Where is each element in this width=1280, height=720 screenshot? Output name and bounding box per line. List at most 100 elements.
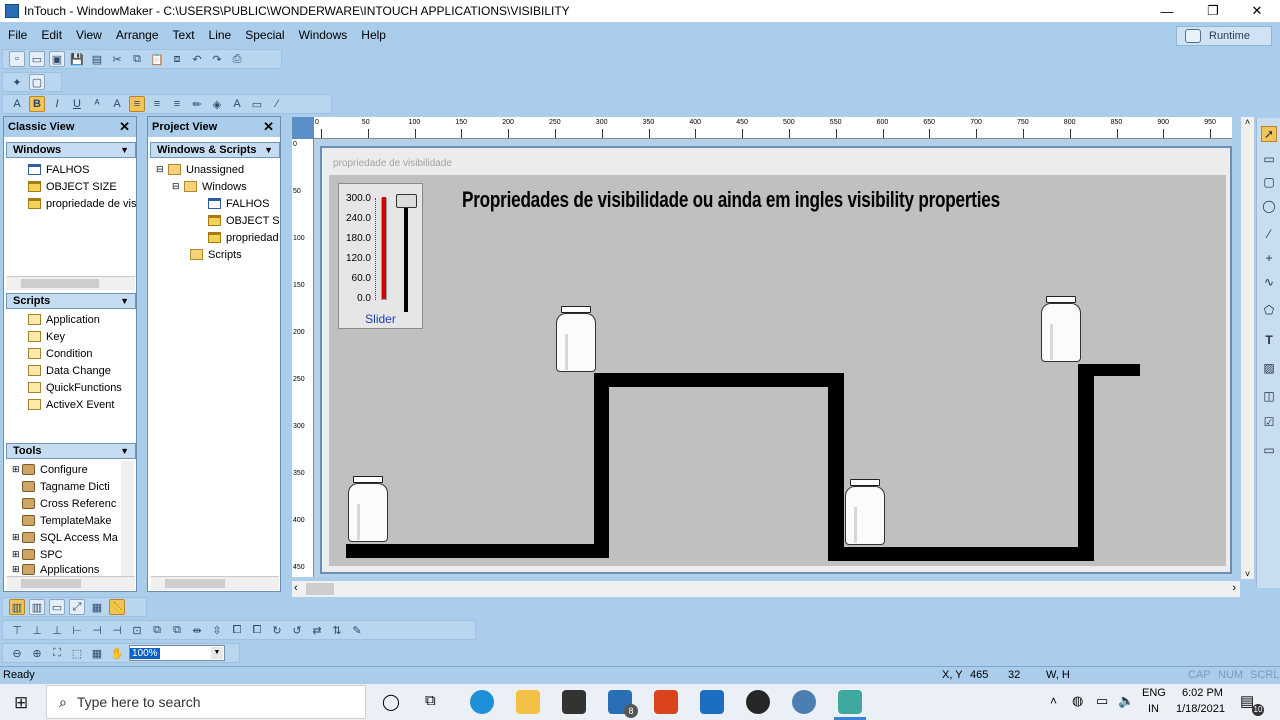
mail-icon[interactable]: 8 bbox=[608, 690, 638, 718]
list-item[interactable]: ActiveX Event bbox=[28, 396, 136, 413]
collapse-icon[interactable]: ⊟ bbox=[172, 181, 184, 192]
list-item[interactable]: ⊞ SQL Access Ma bbox=[12, 529, 120, 546]
list-item[interactable]: Cross Referenc bbox=[12, 495, 120, 512]
zoom-out-icon[interactable]: ⊖ bbox=[9, 645, 25, 661]
media-player-icon[interactable] bbox=[700, 690, 724, 714]
menu-view[interactable]: View bbox=[76, 28, 102, 42]
save-all-icon[interactable]: ▤ bbox=[89, 51, 105, 67]
windows-section-header[interactable]: Windows ▼ bbox=[6, 142, 136, 158]
jar-tank[interactable] bbox=[556, 306, 596, 372]
polyline-icon[interactable]: ∿ bbox=[1261, 274, 1277, 290]
space-h-icon[interactable]: ⇹ bbox=[189, 622, 205, 638]
project-hscrollbar[interactable] bbox=[151, 576, 279, 590]
cortana-icon[interactable]: ◯ bbox=[382, 692, 400, 712]
align-top-icon[interactable]: ⊤ bbox=[9, 622, 25, 638]
chevron-up-icon[interactable]: ˄ bbox=[1241, 117, 1254, 127]
line-style-icon[interactable]: ⁄ bbox=[269, 96, 285, 112]
align-bottom-icon[interactable]: ⊥ bbox=[49, 622, 65, 638]
hscroll-thumb[interactable] bbox=[306, 583, 334, 595]
redo-icon[interactable]: ↷ bbox=[209, 51, 225, 67]
canvas-vscrollbar[interactable]: ˄ ˅ bbox=[1241, 117, 1254, 579]
align-right-obj-icon[interactable]: ⊣ bbox=[109, 622, 125, 638]
list-item[interactable]: TemplateMake bbox=[12, 512, 120, 529]
align-center-icon[interactable]: ≡ bbox=[149, 96, 165, 112]
line-color-icon[interactable]: ✏ bbox=[189, 96, 205, 112]
project-view-close-icon[interactable]: ✕ bbox=[263, 119, 274, 135]
zoom-combobox[interactable]: 100% ▼ bbox=[129, 645, 225, 661]
menu-file[interactable]: File bbox=[8, 28, 27, 42]
jar-tank[interactable] bbox=[1041, 296, 1081, 362]
list-item[interactable]: Condition bbox=[28, 345, 136, 362]
new-icon[interactable]: ▫ bbox=[9, 51, 25, 67]
ruler-icon[interactable]: 📏 bbox=[109, 599, 125, 615]
minimize-button[interactable]: — bbox=[1144, 0, 1190, 22]
properties-icon[interactable]: ▢ bbox=[29, 74, 45, 90]
expand-icon[interactable]: ⊞ bbox=[12, 549, 22, 560]
zoom-grid-icon[interactable]: ▦ bbox=[89, 645, 105, 661]
italic-icon[interactable]: I bbox=[49, 96, 65, 112]
pipe-segment[interactable] bbox=[1078, 364, 1094, 561]
chevron-down-icon[interactable]: ˅ bbox=[1241, 569, 1254, 579]
polygon-icon[interactable]: ⬠ bbox=[1261, 302, 1277, 318]
list-item[interactable]: Data Change bbox=[28, 362, 136, 379]
open-icon[interactable]: ▭ bbox=[29, 51, 45, 67]
list-item[interactable]: Tagname Dicti bbox=[12, 478, 120, 495]
slider-thumb[interactable] bbox=[396, 194, 417, 208]
office-icon[interactable] bbox=[654, 690, 678, 714]
ungroup-icon[interactable]: ⧠ bbox=[249, 622, 265, 638]
list-item[interactable]: QuickFunctions bbox=[28, 379, 136, 396]
pan-hand-icon[interactable]: ✋ bbox=[109, 645, 125, 661]
font-icon[interactable]: A bbox=[9, 96, 25, 112]
pipe-segment[interactable] bbox=[594, 373, 609, 558]
rounded-rectangle-icon[interactable]: ▢ bbox=[1261, 174, 1277, 190]
network-app-icon[interactable] bbox=[792, 690, 816, 714]
flip-h-icon[interactable]: ⇄ bbox=[309, 622, 325, 638]
network-icon[interactable]: ◍ bbox=[1072, 693, 1083, 709]
bitmap-icon[interactable]: ▨ bbox=[1261, 360, 1277, 376]
pipe-segment[interactable] bbox=[828, 547, 1094, 561]
windows-start-icon[interactable]: ⊞ bbox=[14, 693, 28, 713]
duplicate-icon[interactable]: ⧈ bbox=[169, 51, 185, 67]
taskbar-search-box[interactable]: ⌕ Type here to search bbox=[46, 685, 366, 719]
cut-icon[interactable]: ✂ bbox=[109, 51, 125, 67]
list-item[interactable]: ⊞ SPC bbox=[12, 546, 120, 563]
print-icon[interactable]: ⎙ bbox=[229, 51, 245, 67]
reshape-icon[interactable]: ✎ bbox=[349, 622, 365, 638]
list-item[interactable]: Key bbox=[28, 328, 136, 345]
back-icon[interactable]: ⧉ bbox=[169, 622, 185, 638]
windows-scripts-section-header[interactable]: Windows & Scripts ▼ bbox=[150, 142, 280, 158]
paste-icon[interactable]: 📋 bbox=[149, 51, 165, 67]
chevron-left-icon[interactable]: ‹ bbox=[294, 582, 298, 594]
menu-arrange[interactable]: Arrange bbox=[116, 28, 159, 42]
grid-icon[interactable]: ▦ bbox=[89, 599, 105, 615]
zoom-selection-icon[interactable]: ⬚ bbox=[69, 645, 85, 661]
tree-node-unassigned[interactable]: ⊟ Unassigned bbox=[156, 161, 280, 178]
edge-icon[interactable] bbox=[470, 690, 494, 714]
fill-color-icon[interactable]: ◈ bbox=[209, 96, 225, 112]
selector-icon[interactable]: ➚ bbox=[1261, 126, 1277, 142]
window-color-icon[interactable]: ▭ bbox=[249, 96, 265, 112]
close-window-icon[interactable]: ▣ bbox=[49, 51, 65, 67]
tree-node-windows[interactable]: ⊟ Windows bbox=[172, 178, 280, 195]
language-top[interactable]: ENG bbox=[1142, 687, 1166, 699]
zoom-in-icon[interactable]: ⊕ bbox=[29, 645, 45, 661]
trend-icon[interactable]: ◫ bbox=[1261, 388, 1277, 404]
list-item[interactable]: FALHOS bbox=[28, 161, 136, 178]
align-middle-icon[interactable]: ⊥ bbox=[29, 622, 45, 638]
menu-edit[interactable]: Edit bbox=[41, 28, 62, 42]
tools-section-header[interactable]: Tools ▼ bbox=[6, 443, 136, 459]
wizard-icon[interactable]: ✦ bbox=[9, 74, 25, 90]
expand-icon[interactable]: ⊞ bbox=[12, 532, 22, 543]
space-v-icon[interactable]: ⇳ bbox=[209, 622, 225, 638]
menu-windows[interactable]: Windows bbox=[299, 28, 348, 42]
fit-icon[interactable]: ⤢ bbox=[69, 599, 85, 615]
windows-hscrollbar[interactable] bbox=[7, 276, 135, 290]
clock-time[interactable]: 6:02 PM bbox=[1182, 687, 1223, 699]
chevron-down-icon[interactable]: ▼ bbox=[211, 647, 223, 659]
list-item[interactable]: OBJECT SIZE bbox=[28, 178, 136, 195]
tree-node-window[interactable]: propriedad bbox=[208, 229, 280, 246]
ellipse-icon[interactable]: ◯ bbox=[1261, 198, 1277, 214]
rotate-ccw-icon[interactable]: ↺ bbox=[289, 622, 305, 638]
obs-icon[interactable] bbox=[746, 690, 770, 714]
text-color-icon[interactable]: A bbox=[229, 96, 245, 112]
